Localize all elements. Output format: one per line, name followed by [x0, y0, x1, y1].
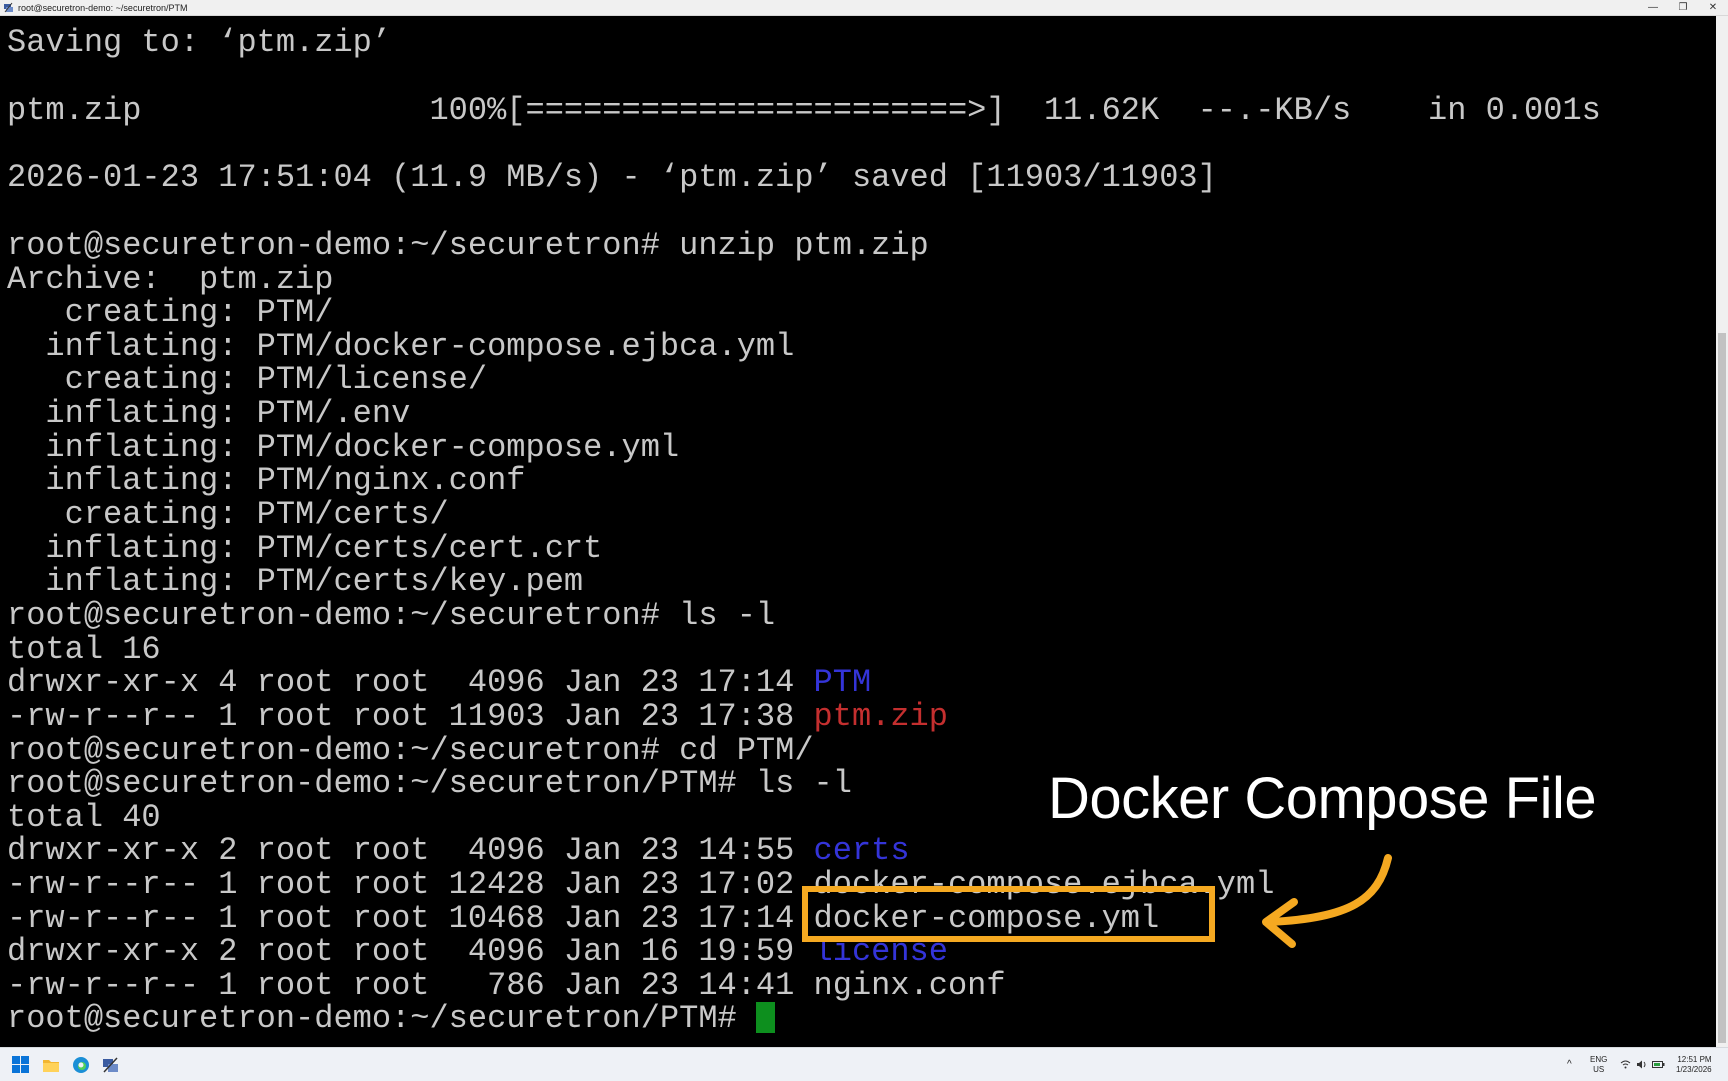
language-code: ENG	[1590, 1054, 1608, 1064]
listing-meta: -rw-r--r-- 1 root root 10468 Jan 23 17:1…	[7, 900, 814, 937]
terminal-line: total 40	[7, 799, 161, 836]
listing-name-dir: PTM	[813, 664, 872, 701]
minimize-button[interactable]: —	[1638, 0, 1668, 15]
terminal-line: Archive: ptm.zip	[7, 261, 334, 298]
window-title: root@securetron-demo: ~/securetron/PTM	[18, 2, 188, 13]
listing-name-zip: ptm.zip	[813, 698, 948, 735]
terminal-line: root@securetron-demo:~/securetron# ls -l	[7, 597, 776, 634]
listing-meta: -rw-r--r-- 1 root root 786 Jan 23 14:41	[7, 967, 814, 1004]
scrollbar-thumb[interactable]	[1718, 333, 1726, 1043]
listing-name-dir: certs	[813, 832, 910, 869]
terminal-line: 2026-01-23 17:51:04 (11.9 MB/s) - ‘ptm.z…	[7, 159, 1217, 196]
terminal-line: total 16	[7, 631, 161, 668]
window-title-bar[interactable]: root@securetron-demo: ~/securetron/PTM —…	[0, 0, 1728, 16]
terminal-line: inflating: PTM/certs/cert.crt	[7, 530, 603, 567]
terminal-line: Saving to: ‘ptm.zip’	[7, 24, 392, 61]
clock-time: 12:51 PM	[1677, 1054, 1712, 1064]
terminal-line: inflating: PTM/docker-compose.yml	[7, 429, 680, 466]
restore-button[interactable]: ❐	[1668, 0, 1698, 15]
annotation-highlight-box	[802, 886, 1215, 942]
clock[interactable]: 12:51 PM 1/23/2026	[1676, 1048, 1712, 1081]
shell-prompt-line[interactable]: root@securetron-demo:~/securetron/PTM#	[7, 1002, 775, 1036]
terminal-line: inflating: PTM/.env	[7, 395, 411, 432]
putty-app-icon	[3, 2, 14, 13]
annotation-label: Docker Compose File	[1048, 766, 1597, 831]
terminal-cursor	[755, 1002, 775, 1033]
tray-overflow-icon[interactable]: ^	[1567, 1048, 1572, 1081]
listing-row: -rw-r--r-- 1 root root 786 Jan 23 14:41 …	[7, 969, 1006, 1003]
terminal-line: inflating: PTM/docker-compose.ejbca.yml	[7, 328, 795, 365]
putty-icon[interactable]	[101, 1055, 120, 1074]
listing-meta: drwxr-xr-x 4 root root 4096 Jan 23 17:14	[7, 664, 814, 701]
listing-name-file: nginx.conf	[813, 967, 1006, 1004]
listing-row: drwxr-xr-x 4 root root 4096 Jan 23 17:14…	[7, 666, 871, 700]
terminal-line: root@securetron-demo:~/securetron# unzip…	[7, 227, 929, 264]
listing-row: -rw-r--r-- 1 root root 11903 Jan 23 17:3…	[7, 700, 948, 734]
terminal-line: ptm.zip 100%[=======================>] 1…	[7, 92, 1601, 129]
language-indicator[interactable]: ENG US	[1590, 1048, 1607, 1081]
terminal-line: root@securetron-demo:~/securetron/PTM# l…	[7, 765, 852, 802]
shell-prompt: root@securetron-demo:~/securetron/PTM#	[7, 1000, 756, 1037]
terminal-line: root@securetron-demo:~/securetron# cd PT…	[7, 732, 814, 769]
wifi-icon[interactable]	[1620, 1048, 1631, 1081]
terminal-line: inflating: PTM/certs/key.pem	[7, 563, 584, 600]
listing-meta: -rw-r--r-- 1 root root 12428 Jan 23 17:0…	[7, 866, 814, 903]
listing-meta: -rw-r--r-- 1 root root 11903 Jan 23 17:3…	[7, 698, 814, 735]
terminal-line: inflating: PTM/nginx.conf	[7, 462, 526, 499]
taskbar: ^ ENG US 12:51 PM 1/23/2026	[0, 1047, 1728, 1081]
annotation-arrow-icon	[1262, 854, 1392, 948]
region-code: US	[1593, 1064, 1605, 1074]
listing-meta: drwxr-xr-x 2 root root 4096 Jan 16 19:59	[7, 933, 814, 970]
volume-icon[interactable]	[1636, 1048, 1647, 1081]
terminal-line: creating: PTM/license/	[7, 361, 488, 398]
terminal-line: creating: PTM/certs/	[7, 496, 449, 533]
battery-icon[interactable]	[1652, 1048, 1665, 1081]
terminal-scrollbar[interactable]	[1716, 16, 1728, 1047]
close-button[interactable]: ✕	[1698, 0, 1728, 15]
terminal-line: creating: PTM/	[7, 294, 334, 331]
edge-browser-icon[interactable]	[71, 1055, 90, 1074]
listing-meta: drwxr-xr-x 2 root root 4096 Jan 23 14:55	[7, 832, 814, 869]
windows-start-icon[interactable]	[11, 1055, 30, 1074]
clock-date: 1/23/2026	[1676, 1064, 1712, 1074]
file-explorer-icon[interactable]	[41, 1055, 60, 1074]
listing-row: drwxr-xr-x 2 root root 4096 Jan 23 14:55…	[7, 834, 910, 868]
